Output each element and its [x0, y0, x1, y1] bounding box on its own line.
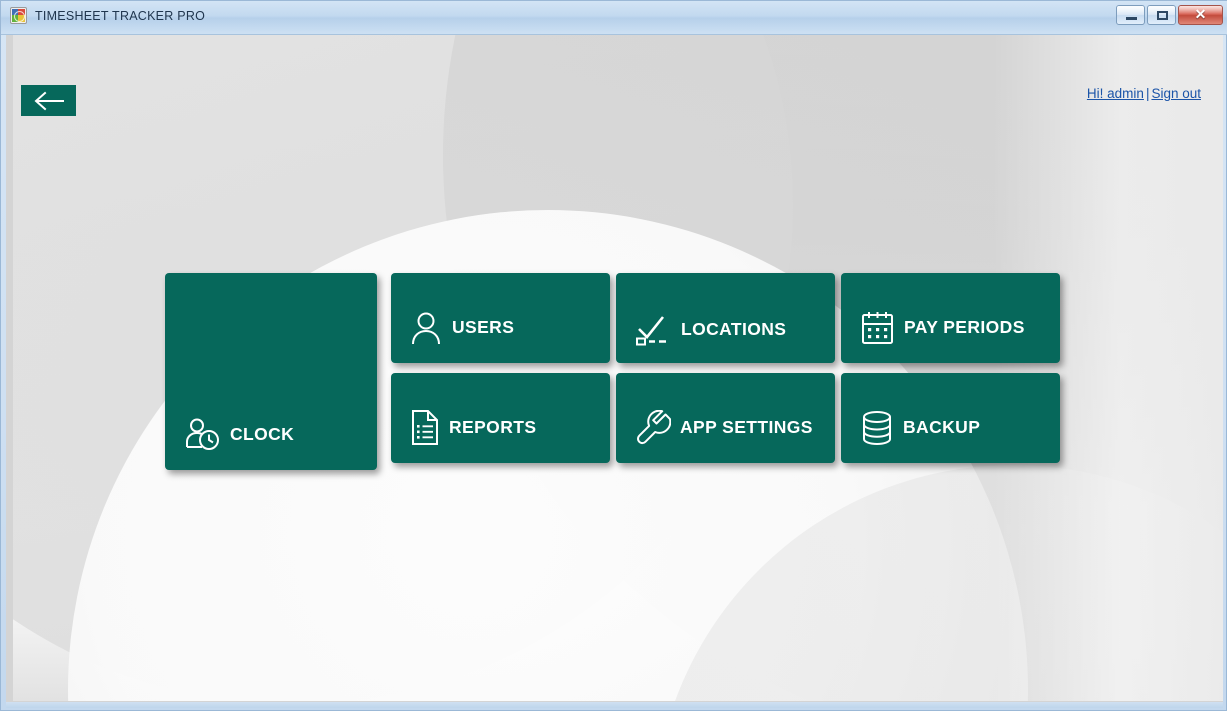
tile-label-clock: CLOCK — [230, 426, 294, 444]
tile-clock[interactable]: CLOCK — [165, 273, 377, 470]
application-window: TIMESHEET TRACKER PRO ✕ — [0, 0, 1227, 711]
window-controls: ✕ — [1116, 5, 1223, 25]
title-bar-left: TIMESHEET TRACKER PRO — [10, 7, 205, 24]
database-icon — [860, 410, 894, 446]
client-area: Hi! admin|Sign out CLOCK — [6, 35, 1223, 704]
minimize-icon — [1126, 17, 1137, 20]
calendar-icon — [860, 310, 895, 346]
document-list-icon — [410, 409, 440, 446]
status-bar — [6, 702, 1223, 708]
minimize-button[interactable] — [1116, 5, 1145, 25]
tile-locations[interactable]: LOCATIONS — [616, 273, 835, 363]
person-icon — [410, 310, 443, 346]
dashboard-tile-grid: CLOCK USERS — [13, 35, 1223, 701]
tile-label-users: USERS — [452, 319, 514, 337]
dashboard-canvas: Hi! admin|Sign out CLOCK — [13, 35, 1223, 701]
tile-label-backup: BACKUP — [903, 419, 980, 437]
maximize-icon — [1157, 11, 1168, 20]
tile-label-locations: LOCATIONS — [681, 321, 786, 339]
tile-users[interactable]: USERS — [391, 273, 610, 363]
tile-settings[interactable]: APP SETTINGS — [616, 373, 835, 463]
tile-reports[interactable]: REPORTS — [391, 373, 610, 463]
close-icon: ✕ — [1179, 6, 1222, 24]
close-button[interactable]: ✕ — [1178, 5, 1223, 25]
app-shield-icon — [10, 7, 27, 24]
tile-label-payperiods: PAY PERIODS — [904, 319, 1025, 337]
person-clock-icon — [184, 416, 221, 453]
maximize-button[interactable] — [1147, 5, 1176, 25]
tile-payperiods[interactable]: PAY PERIODS — [841, 273, 1060, 363]
checklist-icon — [635, 313, 672, 346]
tile-label-settings: APP SETTINGS — [680, 419, 813, 437]
tile-label-reports: REPORTS — [449, 419, 536, 437]
wrench-icon — [635, 410, 671, 446]
title-bar: TIMESHEET TRACKER PRO ✕ — [1, 1, 1227, 35]
window-title: TIMESHEET TRACKER PRO — [35, 9, 205, 23]
tile-backup[interactable]: BACKUP — [841, 373, 1060, 463]
